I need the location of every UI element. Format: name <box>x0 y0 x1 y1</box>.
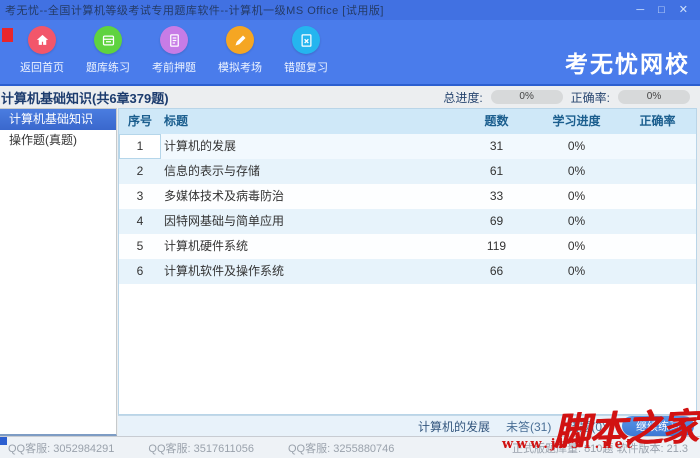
cell-no: 1 <box>119 134 161 159</box>
cell-count: 61 <box>459 159 534 184</box>
chapter-heading: 计算机基础知识(共6章379题) <box>1 88 169 107</box>
cell-count: 33 <box>459 184 534 209</box>
cell-progress: 0% <box>534 209 619 234</box>
cell-title: 信息的表示与存储 <box>161 159 459 184</box>
table-row[interactable]: 4 因特网基础与简单应用 69 0% <box>119 209 696 234</box>
qq-support-1: QQ客服: 3052984291 <box>8 440 114 456</box>
cell-no: 6 <box>119 259 161 284</box>
wrong-count: 错题(0) <box>567 418 606 435</box>
progress-group: 总进度: 0% 正确率: 0% <box>443 89 700 106</box>
total-progress-label: 总进度: <box>443 89 482 106</box>
accuracy-bar: 0% <box>618 90 690 104</box>
qq-support-3: QQ客服: 3255880746 <box>288 440 394 456</box>
table-row[interactable]: 1 计算机的发展 31 0% <box>119 134 696 159</box>
cell-no: 5 <box>119 234 161 259</box>
col-header-progress: 学习进度 <box>534 109 619 134</box>
window-controls: ─ □ ✕ <box>636 0 700 20</box>
cell-title: 因特网基础与简单应用 <box>161 209 459 234</box>
col-header-accuracy: 正确率 <box>619 109 696 134</box>
cell-progress: 0% <box>534 184 619 209</box>
nav-predict-label: 考前押题 <box>152 59 196 75</box>
nav-mock-exam-button[interactable]: 模拟考场 <box>210 26 270 75</box>
cell-progress: 0% <box>534 134 619 159</box>
cell-accuracy <box>619 134 696 159</box>
col-header-count: 题数 <box>459 109 534 134</box>
table-header-row: 序号 标题 题数 学习进度 正确率 <box>119 109 696 134</box>
nav-practice-label: 题库练习 <box>86 59 130 75</box>
sidebar: 计算机基础知识 操作题(真题) <box>0 108 117 436</box>
cell-accuracy <box>619 209 696 234</box>
cell-title: 计算机软件及操作系统 <box>161 259 459 284</box>
col-header-no: 序号 <box>119 109 161 134</box>
continue-practice-button[interactable]: 继续练习 <box>622 416 694 436</box>
maximize-button[interactable]: □ <box>658 0 665 20</box>
exam-doc-icon <box>160 26 188 54</box>
cell-no: 3 <box>119 184 161 209</box>
nav-home-label: 返回首页 <box>20 59 64 75</box>
close-button[interactable]: ✕ <box>679 0 688 20</box>
nav-predict-button[interactable]: 考前押题 <box>144 26 204 75</box>
table-row[interactable]: 5 计算机硬件系统 119 0% <box>119 234 696 259</box>
sidebar-item-operation-questions[interactable]: 操作题(真题) <box>0 130 116 151</box>
cell-count: 31 <box>459 134 534 159</box>
cell-accuracy <box>619 184 696 209</box>
wrong-review-icon <box>292 26 320 54</box>
cell-title: 计算机硬件系统 <box>161 234 459 259</box>
cell-title: 计算机的发展 <box>161 134 459 159</box>
home-icon <box>28 26 56 54</box>
qq-support-2: QQ客服: 3517611056 <box>148 440 254 456</box>
cell-title: 多媒体技术及病毒防治 <box>161 184 459 209</box>
brand-logo-text: 考无忧网校 <box>565 45 690 79</box>
nav-wrong-review-button[interactable]: 错题复习 <box>276 26 336 75</box>
unanswered-count: 未答(31) <box>506 418 551 435</box>
col-header-title: 标题 <box>161 109 459 134</box>
practice-icon <box>94 26 122 54</box>
cell-accuracy <box>619 159 696 184</box>
status-bar: QQ客服: 3052984291 QQ客服: 3517611056 QQ客服: … <box>0 436 700 458</box>
cell-count: 69 <box>459 209 534 234</box>
nav-practice-button[interactable]: 题库练习 <box>78 26 138 75</box>
table-row[interactable]: 2 信息的表示与存储 61 0% <box>119 159 696 184</box>
cell-no: 2 <box>119 159 161 184</box>
table-row[interactable]: 6 计算机软件及操作系统 66 0% <box>119 259 696 284</box>
cell-count: 66 <box>459 259 534 284</box>
cell-accuracy <box>619 234 696 259</box>
cell-count: 119 <box>459 234 534 259</box>
total-progress-bar: 0% <box>491 90 563 104</box>
title-bar: 考无忧--全国计算机等级考试专用题库软件--计算机一级MS Office [试用… <box>0 0 700 20</box>
corner-artifact <box>0 437 7 445</box>
accuracy-label: 正确率: <box>571 89 610 106</box>
pencil-icon <box>226 26 254 54</box>
minimize-button[interactable]: ─ <box>636 0 644 20</box>
toolbar-items: 返回首页 题库练习 考前押题 模拟考场 错题复习 <box>12 26 336 75</box>
nav-home-button[interactable]: 返回首页 <box>12 26 72 75</box>
current-chapter-label: 计算机的发展 <box>418 418 490 435</box>
cell-progress: 0% <box>534 259 619 284</box>
cell-no: 4 <box>119 209 161 234</box>
action-bar: 计算机的发展 未答(31) 错题(0) 继续练习 <box>118 415 700 436</box>
window-title: 考无忧--全国计算机等级考试专用题库软件--计算机一级MS Office [试用… <box>0 2 384 18</box>
chapter-table: 序号 标题 题数 学习进度 正确率 1 计算机的发展 31 0% 2 信息的表示… <box>118 108 697 415</box>
nav-wrong-review-label: 错题复习 <box>284 59 328 75</box>
nav-mock-exam-label: 模拟考场 <box>218 59 262 75</box>
cell-progress: 0% <box>534 234 619 259</box>
table-row[interactable]: 3 多媒体技术及病毒防治 33 0% <box>119 184 696 209</box>
chapter-progress-row: 计算机基础知识(共6章379题) 总进度: 0% 正确率: 0% <box>0 84 700 108</box>
main-toolbar: 返回首页 题库练习 考前押题 模拟考场 错题复习 <box>0 20 700 84</box>
cell-accuracy <box>619 259 696 284</box>
cell-progress: 0% <box>534 159 619 184</box>
sidebar-item-basic-knowledge[interactable]: 计算机基础知识 <box>0 109 116 130</box>
version-info: 正式版题库量: 810题 软件版本: 21.3 <box>512 440 692 456</box>
